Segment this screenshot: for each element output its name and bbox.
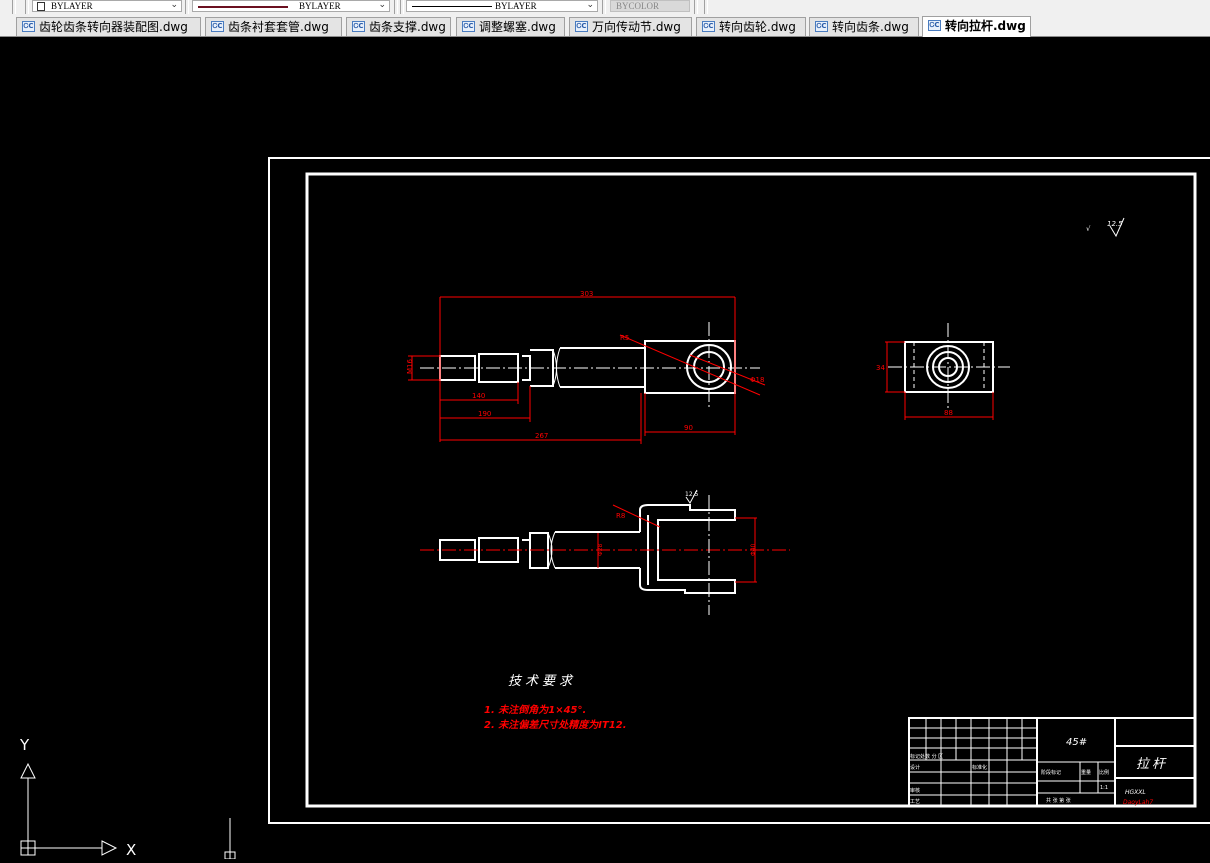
dwg-file-icon: ᏟC — [462, 21, 475, 32]
layer-combo[interactable]: BYLAYER ⌄ — [32, 0, 182, 12]
title-part-name: 拉杆 — [1136, 756, 1168, 772]
bottom-view — [439, 504, 736, 594]
tab-file-7-active[interactable]: ᏟC 转向拉杆.dwg — [922, 16, 1031, 37]
tab-file-1[interactable]: ᏟC 齿条衬套套管.dwg — [205, 17, 342, 36]
dim-len-190: 190 — [478, 410, 491, 418]
chevron-down-icon: ⌄ — [586, 0, 594, 9]
note-line-1: 1. 未注倒角为1×45°. — [484, 704, 586, 716]
front-view — [439, 340, 736, 394]
lineweight-preview-icon — [412, 6, 492, 7]
linetype-combo[interactable]: BYLAYER ⌄ — [192, 0, 390, 12]
tab-label: 齿条支撑.dwg — [369, 20, 446, 34]
toolbar-separator — [602, 0, 606, 14]
toolbar-separator — [704, 0, 708, 14]
dim-side-width: 88 — [944, 409, 953, 417]
svg-text:√: √ — [1086, 225, 1091, 233]
linetype-preview-icon — [198, 6, 288, 8]
note-line-2: 2. 未注偏差尺寸处精度为IT12. — [484, 719, 627, 731]
tab-file-5[interactable]: ᏟC 转向齿轮.dwg — [696, 17, 806, 36]
drawing-svg: √ 12.5 303 M16 140 190 267 90 R5 Φ18 34 … — [19, 157, 1210, 860]
front-view-dimensions — [408, 296, 766, 444]
dim-fork-roughness: 12.5 — [685, 491, 699, 498]
side-view-dimensions — [885, 341, 994, 420]
lineweight-combo[interactable]: BYLAYER ⌄ — [406, 0, 598, 12]
side-view-centerlines — [888, 323, 1010, 410]
roughness-symbol-fork: 12.5 — [685, 489, 699, 504]
title-row-review: 审核 — [910, 787, 920, 794]
plotstyle-combo-value: BYCOLOR — [616, 1, 660, 11]
tab-label: 调整螺塞.dwg — [479, 20, 556, 34]
ucs-x-label: X — [126, 841, 136, 859]
title-stage: 阶段标记 — [1041, 769, 1061, 776]
properties-toolbar: BYLAYER ⌄ BYLAYER ⌄ BYLAYER ⌄ BYCOLOR — [0, 0, 1210, 15]
tab-label: 万向传动节.dwg — [592, 20, 681, 34]
tab-file-4[interactable]: ᏟC 万向传动节.dwg — [569, 17, 692, 36]
title-scale-value: 1:1 — [1100, 785, 1108, 791]
dwg-file-icon: ᏟC — [815, 21, 828, 32]
chevron-down-icon: ⌄ — [170, 0, 178, 9]
tab-label: 齿轮齿条转向器装配图.dwg — [39, 20, 188, 34]
tab-label: 转向齿条.dwg — [832, 20, 909, 34]
toolbar-separator — [694, 0, 698, 14]
toolbar-separator — [185, 0, 189, 14]
dim-side-height: 34 — [876, 364, 885, 372]
dim-eye-bore: Φ18 — [750, 376, 764, 384]
file-tab-bar: ᏟC 齿轮齿条转向器装配图.dwg ᏟC 齿条衬套套管.dwg ᏟC 齿条支撑.… — [0, 14, 1210, 37]
toolbar-separator — [394, 0, 398, 14]
dim-eye-len: 90 — [684, 424, 693, 432]
title-row-marks: 标记处数 分 区 — [910, 753, 943, 760]
drawing-canvas[interactable]: √ 12.5 303 M16 140 190 267 90 R5 Φ18 34 … — [0, 37, 1210, 860]
dim-fork-open: Φ40 — [750, 543, 757, 556]
roughness-top-value: 12.5 — [1107, 220, 1123, 228]
tab-file-6[interactable]: ᏟC 转向齿条.dwg — [809, 17, 919, 36]
plotstyle-combo: BYCOLOR — [610, 0, 690, 12]
title-scale-label: 比例 — [1099, 769, 1109, 776]
linetype-combo-value: BYLAYER — [299, 1, 341, 11]
front-view-centerlines — [420, 322, 760, 408]
dim-eye-chamfer: R5 — [620, 334, 629, 342]
outer-sheet-border — [268, 157, 1210, 824]
dim-fork-dia: Φ28 — [597, 543, 604, 556]
dwg-file-icon: ᏟC — [575, 21, 588, 32]
notes-title: 技术要求 — [508, 674, 576, 689]
dim-fork-r: R8 — [616, 512, 625, 520]
chevron-down-icon: ⌄ — [378, 0, 386, 9]
toolbar-separator — [25, 0, 29, 14]
tab-file-2[interactable]: ᏟC 齿条支撑.dwg — [346, 17, 451, 36]
dwg-file-icon: ᏟC — [352, 21, 365, 32]
title-row-design: 设计 — [910, 764, 920, 771]
inner-drawing-frame — [305, 172, 1197, 808]
color-swatch-icon — [37, 2, 45, 11]
toolbar-separator — [400, 0, 404, 14]
tab-label: 转向齿轮.dwg — [719, 20, 796, 34]
toolbar-separator — [12, 0, 16, 14]
dwg-file-icon: ᏟC — [702, 21, 715, 32]
dim-overall-length: 303 — [580, 290, 593, 298]
title-weight: 重量 — [1081, 769, 1091, 776]
tab-label: 齿条衬套套管.dwg — [228, 20, 329, 34]
dim-thread-dia: M16 — [406, 359, 414, 374]
title-sheet: 共 张 第 张 — [1046, 797, 1071, 804]
dwg-file-icon: ᏟC — [211, 21, 224, 32]
dim-len-267: 267 — [535, 432, 548, 440]
dwg-file-icon: ᏟC — [928, 20, 941, 31]
title-drawing-no: DaoyLah7 — [1123, 799, 1153, 806]
ucs-y-label: Y — [19, 736, 30, 754]
tab-file-0[interactable]: ᏟC 齿轮齿条转向器装配图.dwg — [16, 17, 201, 36]
dwg-file-icon: ᏟC — [22, 21, 35, 32]
title-material: 45# — [1066, 737, 1087, 748]
layer-combo-value: BYLAYER — [51, 1, 93, 11]
dim-len-140: 140 — [472, 392, 485, 400]
ucs-icon — [20, 762, 118, 856]
title-standard: 标准化 — [972, 764, 987, 771]
tab-label: 转向拉杆.dwg — [945, 19, 1026, 33]
title-school: HGXXL — [1125, 789, 1146, 796]
tab-file-3[interactable]: ᏟC 调整螺塞.dwg — [456, 17, 565, 36]
lineweight-combo-value: BYLAYER — [495, 1, 537, 11]
crosshair-cursor — [224, 818, 236, 860]
title-row-process: 工艺 — [910, 799, 920, 805]
roughness-symbol-top: √ 12.5 — [1086, 217, 1125, 238]
